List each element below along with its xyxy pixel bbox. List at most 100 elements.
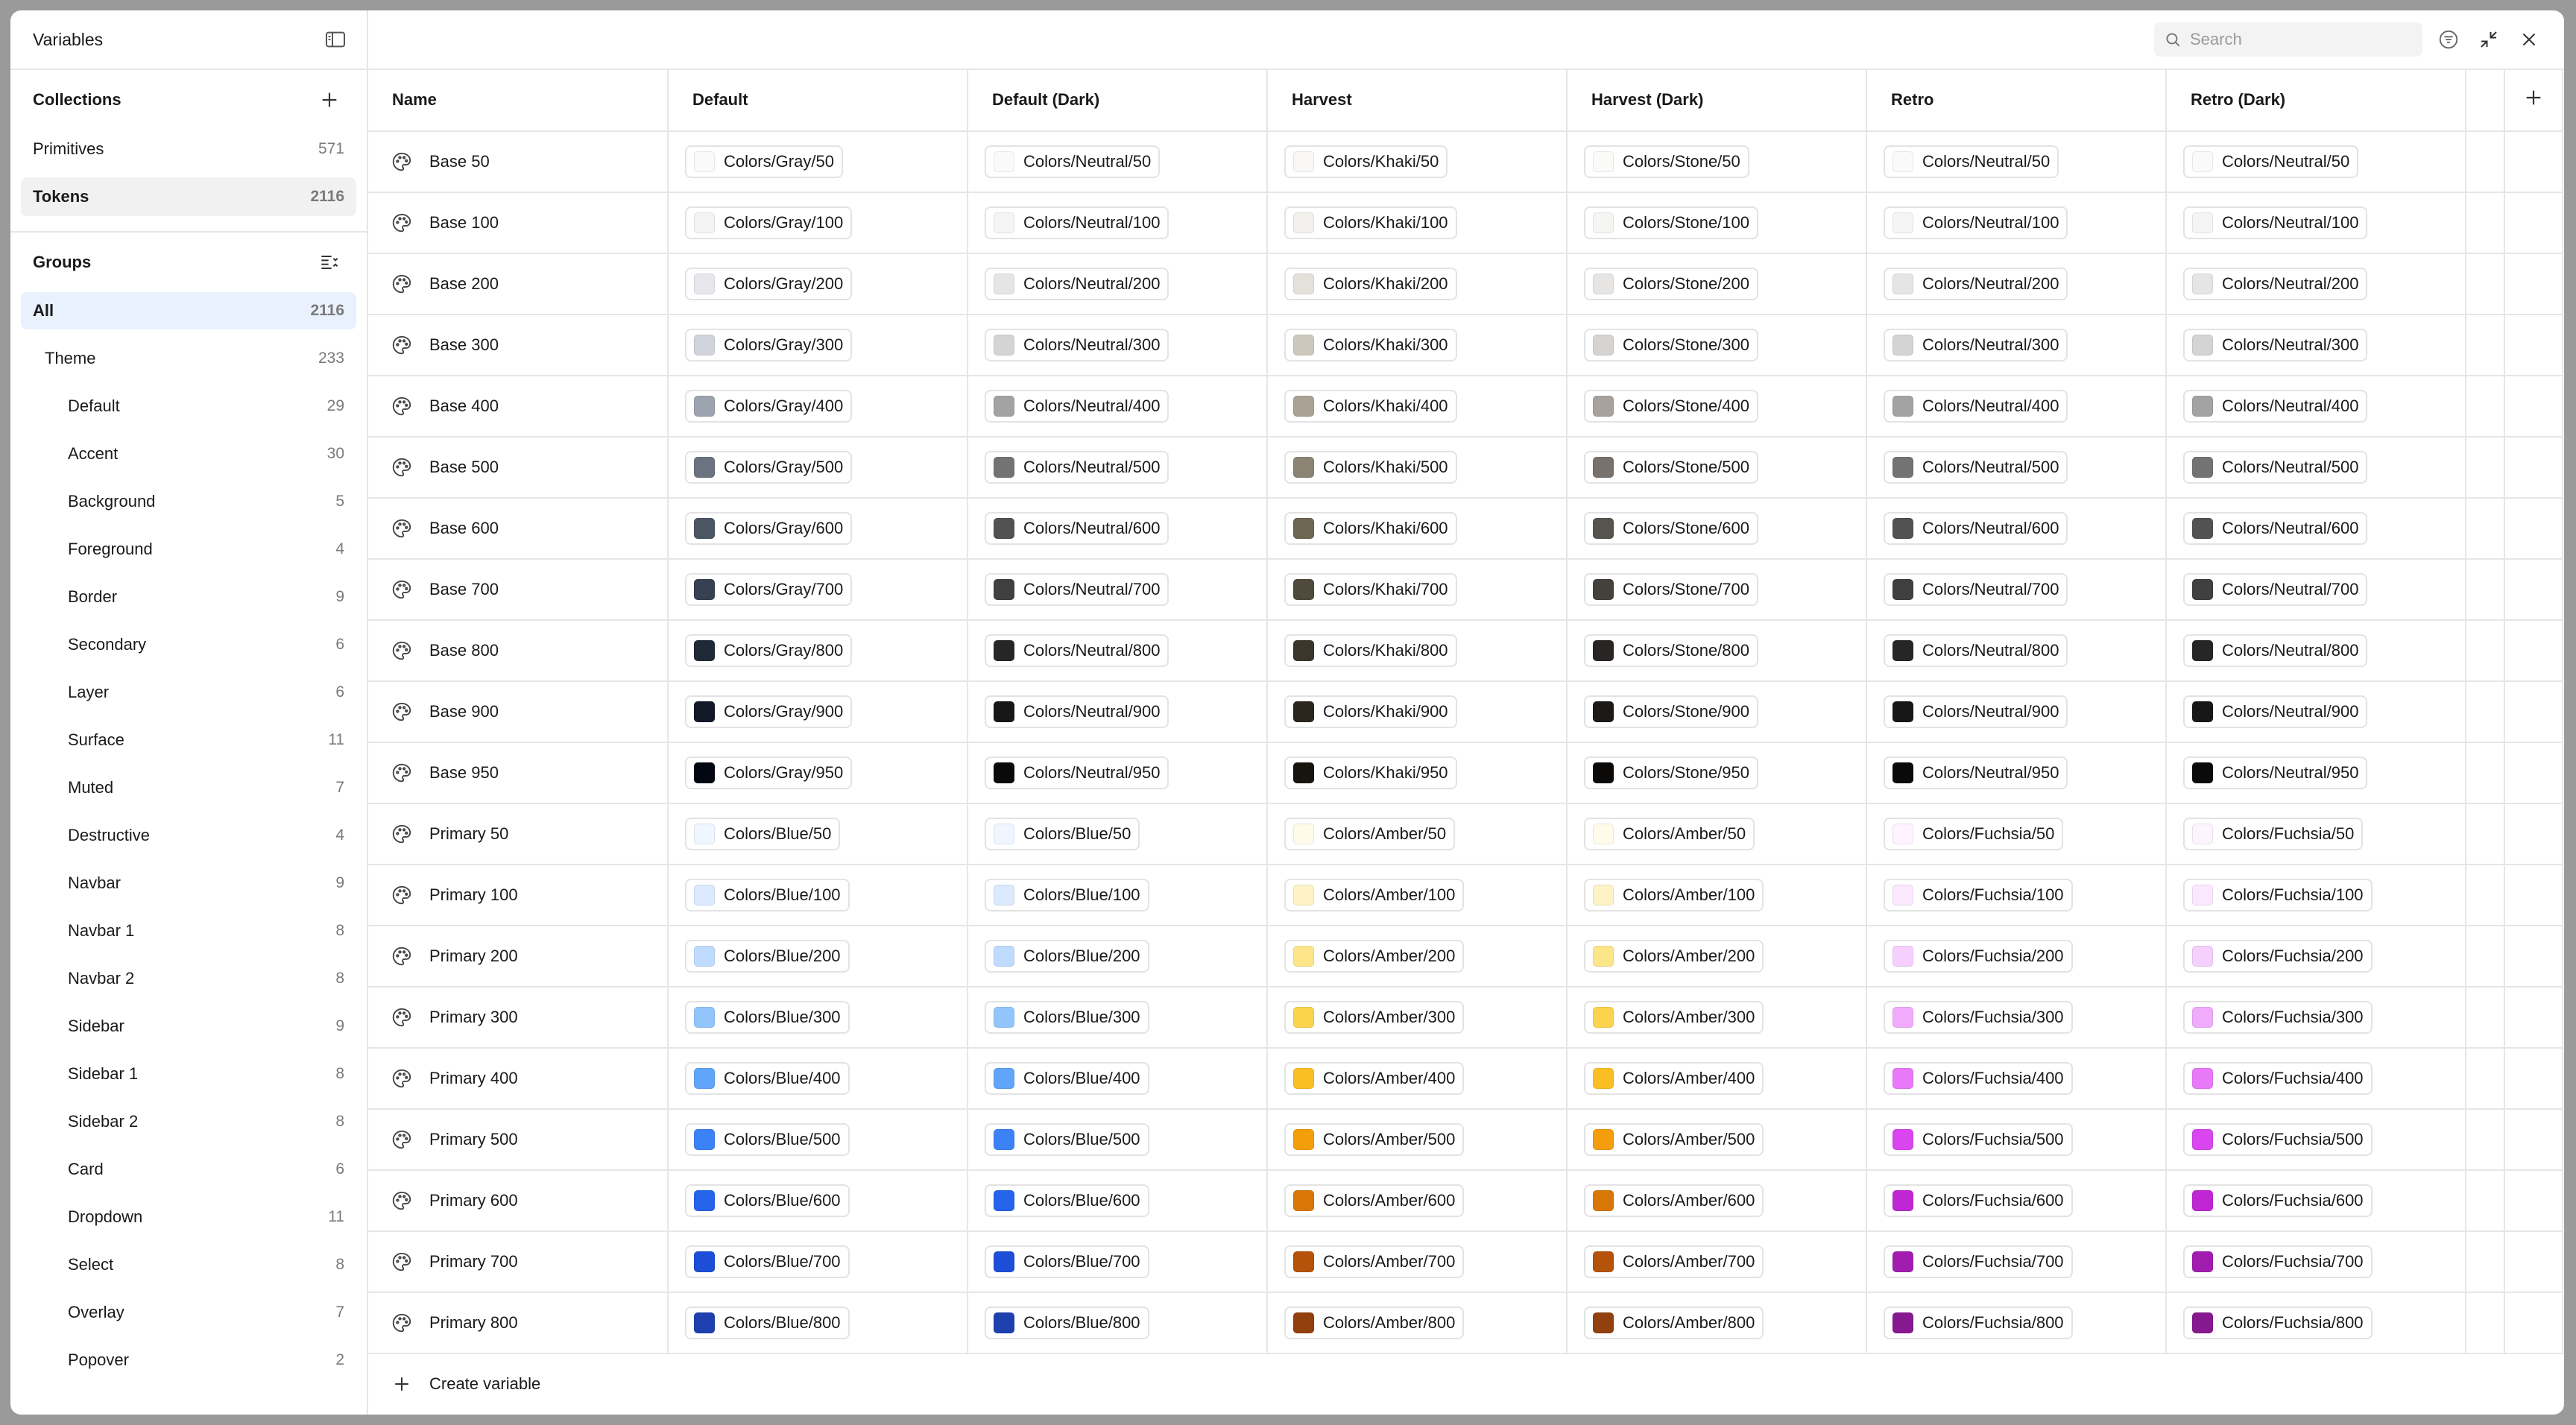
value-cell[interactable]: Colors/Gray/800 <box>668 619 968 682</box>
variable-name[interactable]: Base 700 <box>385 578 667 601</box>
value-cell[interactable]: Colors/Khaki/50 <box>1267 130 1568 193</box>
color-alias-chip[interactable]: Colors/Neutral/500 <box>2183 450 2368 484</box>
color-alias-chip[interactable]: Colors/Blue/600 <box>685 1184 850 1217</box>
value-cell[interactable]: Colors/Gray/50 <box>668 130 968 193</box>
value-cell[interactable]: Colors/Blue/100 <box>668 864 968 926</box>
color-alias-chip[interactable]: Colors/Gray/200 <box>685 267 853 300</box>
color-alias-chip[interactable]: Colors/Fuchsia/800 <box>2183 1306 2373 1339</box>
value-cell[interactable]: Colors/Fuchsia/600 <box>2166 1169 2466 1232</box>
name-cell-td[interactable]: Primary 50 <box>368 803 669 865</box>
value-cell[interactable]: Colors/Gray/600 <box>668 497 968 560</box>
color-alias-chip[interactable]: Colors/Amber/800 <box>1584 1306 1764 1339</box>
color-alias-chip[interactable]: Colors/Neutral/500 <box>1884 450 2068 484</box>
value-cell[interactable]: Colors/Neutral/200 <box>1866 253 2167 315</box>
color-alias-chip[interactable]: Colors/Neutral/200 <box>1884 267 2068 300</box>
value-cell[interactable]: Colors/Khaki/500 <box>1267 436 1568 499</box>
group-item-overlay[interactable]: Overlay 7 <box>21 1294 356 1331</box>
variable-name[interactable]: Primary 800 <box>385 1312 667 1334</box>
value-cell[interactable]: Colors/Stone/500 <box>1567 436 1867 499</box>
color-alias-chip[interactable]: Colors/Blue/600 <box>985 1184 1149 1217</box>
value-cell[interactable]: Colors/Stone/50 <box>1567 130 1867 193</box>
color-alias-chip[interactable]: Colors/Stone/200 <box>1584 267 1758 300</box>
name-cell-td[interactable]: Base 200 <box>368 253 669 315</box>
value-cell[interactable]: Colors/Fuchsia/500 <box>1866 1108 2167 1171</box>
value-cell[interactable]: Colors/Amber/800 <box>1567 1292 1867 1354</box>
value-cell[interactable]: Colors/Neutral/100 <box>967 192 1268 254</box>
value-cell[interactable]: Colors/Neutral/950 <box>2166 742 2466 804</box>
color-alias-chip[interactable]: Colors/Neutral/200 <box>2183 267 2368 300</box>
value-cell[interactable]: Colors/Blue/800 <box>668 1292 968 1354</box>
value-cell[interactable]: Colors/Stone/600 <box>1567 497 1867 560</box>
group-item-default[interactable]: Default 29 <box>21 388 356 425</box>
value-cell[interactable]: Colors/Khaki/900 <box>1267 680 1568 743</box>
color-alias-chip[interactable]: Colors/Fuchsia/500 <box>2183 1122 2373 1156</box>
color-alias-chip[interactable]: Colors/Neutral/50 <box>1884 145 2059 178</box>
value-cell[interactable]: Colors/Blue/700 <box>967 1230 1268 1293</box>
variable-name[interactable]: Base 600 <box>385 517 667 540</box>
group-item-border[interactable]: Border 9 <box>21 578 356 616</box>
value-cell[interactable]: Colors/Khaki/950 <box>1267 742 1568 804</box>
name-cell-td[interactable]: Primary 400 <box>368 1047 669 1110</box>
value-cell[interactable]: Colors/Khaki/700 <box>1267 558 1568 621</box>
value-cell[interactable]: Colors/Neutral/400 <box>967 375 1268 437</box>
color-alias-chip[interactable]: Colors/Amber/400 <box>1284 1061 1465 1095</box>
color-alias-chip[interactable]: Colors/Neutral/300 <box>2183 328 2368 361</box>
value-cell[interactable]: Colors/Stone/700 <box>1567 558 1867 621</box>
color-alias-chip[interactable]: Colors/Khaki/300 <box>1284 328 1457 361</box>
color-alias-chip[interactable]: Colors/Stone/950 <box>1584 756 1758 789</box>
name-cell-td[interactable]: Primary 300 <box>368 986 669 1049</box>
color-alias-chip[interactable]: Colors/Neutral/700 <box>2183 572 2368 606</box>
variable-name[interactable]: Base 50 <box>385 151 667 173</box>
group-item-theme[interactable]: Theme 233 <box>21 340 356 377</box>
color-alias-chip[interactable]: Colors/Khaki/400 <box>1284 389 1457 423</box>
value-cell[interactable]: Colors/Amber/700 <box>1567 1230 1867 1293</box>
group-item-popover[interactable]: Popover 2 <box>21 1342 356 1379</box>
color-alias-chip[interactable]: Colors/Blue/500 <box>985 1122 1149 1156</box>
group-item-sidebar[interactable]: Sidebar 9 <box>21 1008 356 1045</box>
color-alias-chip[interactable]: Colors/Blue/400 <box>985 1061 1149 1095</box>
value-cell[interactable]: Colors/Stone/950 <box>1567 742 1867 804</box>
color-alias-chip[interactable]: Colors/Stone/800 <box>1584 633 1758 667</box>
color-alias-chip[interactable]: Colors/Fuchsia/500 <box>1884 1122 2073 1156</box>
group-item-layer[interactable]: Layer 6 <box>21 674 356 711</box>
color-alias-chip[interactable]: Colors/Neutral/300 <box>1884 328 2068 361</box>
color-alias-chip[interactable]: Colors/Khaki/200 <box>1284 267 1457 300</box>
column-header[interactable]: Retro (Dark) <box>2166 69 2466 132</box>
variable-name[interactable]: Base 200 <box>385 273 667 295</box>
variable-name[interactable]: Primary 400 <box>385 1067 667 1090</box>
color-alias-chip[interactable]: Colors/Amber/300 <box>1584 1000 1764 1034</box>
color-alias-chip[interactable]: Colors/Amber/50 <box>1284 817 1456 850</box>
value-cell[interactable]: Colors/Neutral/50 <box>2166 130 2466 193</box>
value-cell[interactable]: Colors/Neutral/950 <box>1866 742 2167 804</box>
value-cell[interactable]: Colors/Neutral/900 <box>967 680 1268 743</box>
value-cell[interactable]: Colors/Fuchsia/400 <box>2166 1047 2466 1110</box>
value-cell[interactable]: Colors/Amber/500 <box>1567 1108 1867 1171</box>
color-alias-chip[interactable]: Colors/Amber/800 <box>1284 1306 1465 1339</box>
color-alias-chip[interactable]: Colors/Fuchsia/100 <box>2183 878 2373 911</box>
value-cell[interactable]: Colors/Stone/300 <box>1567 314 1867 376</box>
group-item-all[interactable]: All 2116 <box>21 292 356 329</box>
value-cell[interactable]: Colors/Neutral/50 <box>967 130 1268 193</box>
value-cell[interactable]: Colors/Neutral/700 <box>967 558 1268 621</box>
value-cell[interactable]: Colors/Blue/500 <box>967 1108 1268 1171</box>
value-cell[interactable]: Colors/Amber/200 <box>1267 925 1568 988</box>
value-cell[interactable]: Colors/Fuchsia/100 <box>2166 864 2466 926</box>
column-header[interactable]: Default (Dark) <box>967 69 1268 132</box>
color-alias-chip[interactable]: Colors/Fuchsia/400 <box>2183 1061 2373 1095</box>
color-alias-chip[interactable]: Colors/Amber/600 <box>1284 1184 1465 1217</box>
color-alias-chip[interactable]: Colors/Fuchsia/800 <box>1884 1306 2073 1339</box>
color-alias-chip[interactable]: Colors/Amber/500 <box>1284 1122 1465 1156</box>
value-cell[interactable]: Colors/Neutral/800 <box>967 619 1268 682</box>
value-cell[interactable]: Colors/Fuchsia/50 <box>2166 803 2466 865</box>
color-alias-chip[interactable]: Colors/Fuchsia/100 <box>1884 878 2073 911</box>
value-cell[interactable]: Colors/Neutral/200 <box>967 253 1268 315</box>
color-alias-chip[interactable]: Colors/Stone/400 <box>1584 389 1758 423</box>
value-cell[interactable]: Colors/Neutral/900 <box>1866 680 2167 743</box>
value-cell[interactable]: Colors/Blue/50 <box>668 803 968 865</box>
value-cell[interactable]: Colors/Blue/400 <box>668 1047 968 1110</box>
value-cell[interactable]: Colors/Amber/100 <box>1267 864 1568 926</box>
value-cell[interactable]: Colors/Amber/300 <box>1567 986 1867 1049</box>
color-alias-chip[interactable]: Colors/Neutral/600 <box>2183 511 2368 545</box>
value-cell[interactable]: Colors/Amber/600 <box>1567 1169 1867 1232</box>
value-cell[interactable]: Colors/Neutral/50 <box>1866 130 2167 193</box>
